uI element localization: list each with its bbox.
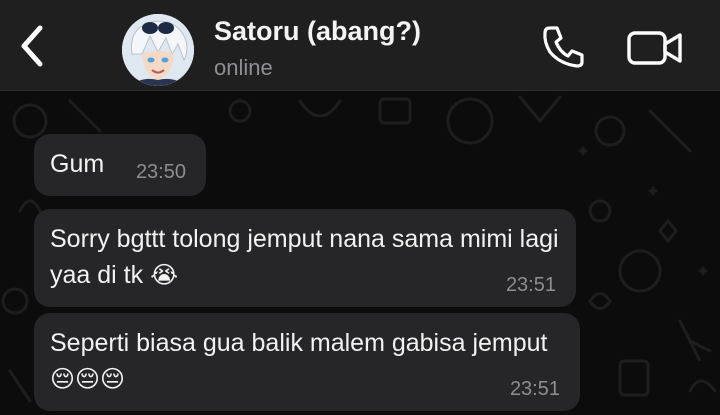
message-bubble[interactable]: Gum 23:50 — [34, 134, 206, 196]
video-camera-icon — [627, 31, 682, 65]
contact-name[interactable]: Satoru (abang?) — [214, 16, 421, 47]
message-bubble[interactable]: Sorry bgttt tolong jemput nana sama mimi… — [34, 209, 576, 307]
phone-icon — [543, 26, 584, 68]
crying-face-emoji: 😭 — [150, 261, 179, 289]
message-text: Seperti biasa gua balik malem gabisa jem… — [50, 329, 548, 357]
contact-avatar[interactable] — [122, 14, 194, 86]
message-time: 23:51 — [505, 274, 556, 296]
message-text: Sorry bgttt tolong jemput nana sama mimi… — [50, 225, 559, 289]
back-button[interactable] — [14, 22, 50, 70]
chevron-left-icon — [21, 25, 43, 67]
contact-status: online — [214, 55, 273, 80]
chat-header: Satoru (abang?) online — [0, 0, 720, 91]
chat-screen: Satoru (abang?) online Gum 23:50 Sorry b… — [0, 0, 720, 415]
voice-call-button[interactable] — [540, 24, 586, 70]
message-time: 23:51 — [509, 378, 560, 400]
message-time: 23:50 — [135, 161, 186, 183]
message-text: Gum — [50, 150, 105, 178]
avatar-image — [122, 14, 194, 86]
video-call-button[interactable] — [626, 28, 684, 68]
message-bubble[interactable]: Seperti biasa gua balik malem gabisa jem… — [34, 313, 580, 411]
message-list[interactable]: Gum 23:50 Sorry bgttt tolong jemput nana… — [0, 91, 720, 415]
pensive-face-emoji: 😔😔😔 — [50, 365, 126, 393]
